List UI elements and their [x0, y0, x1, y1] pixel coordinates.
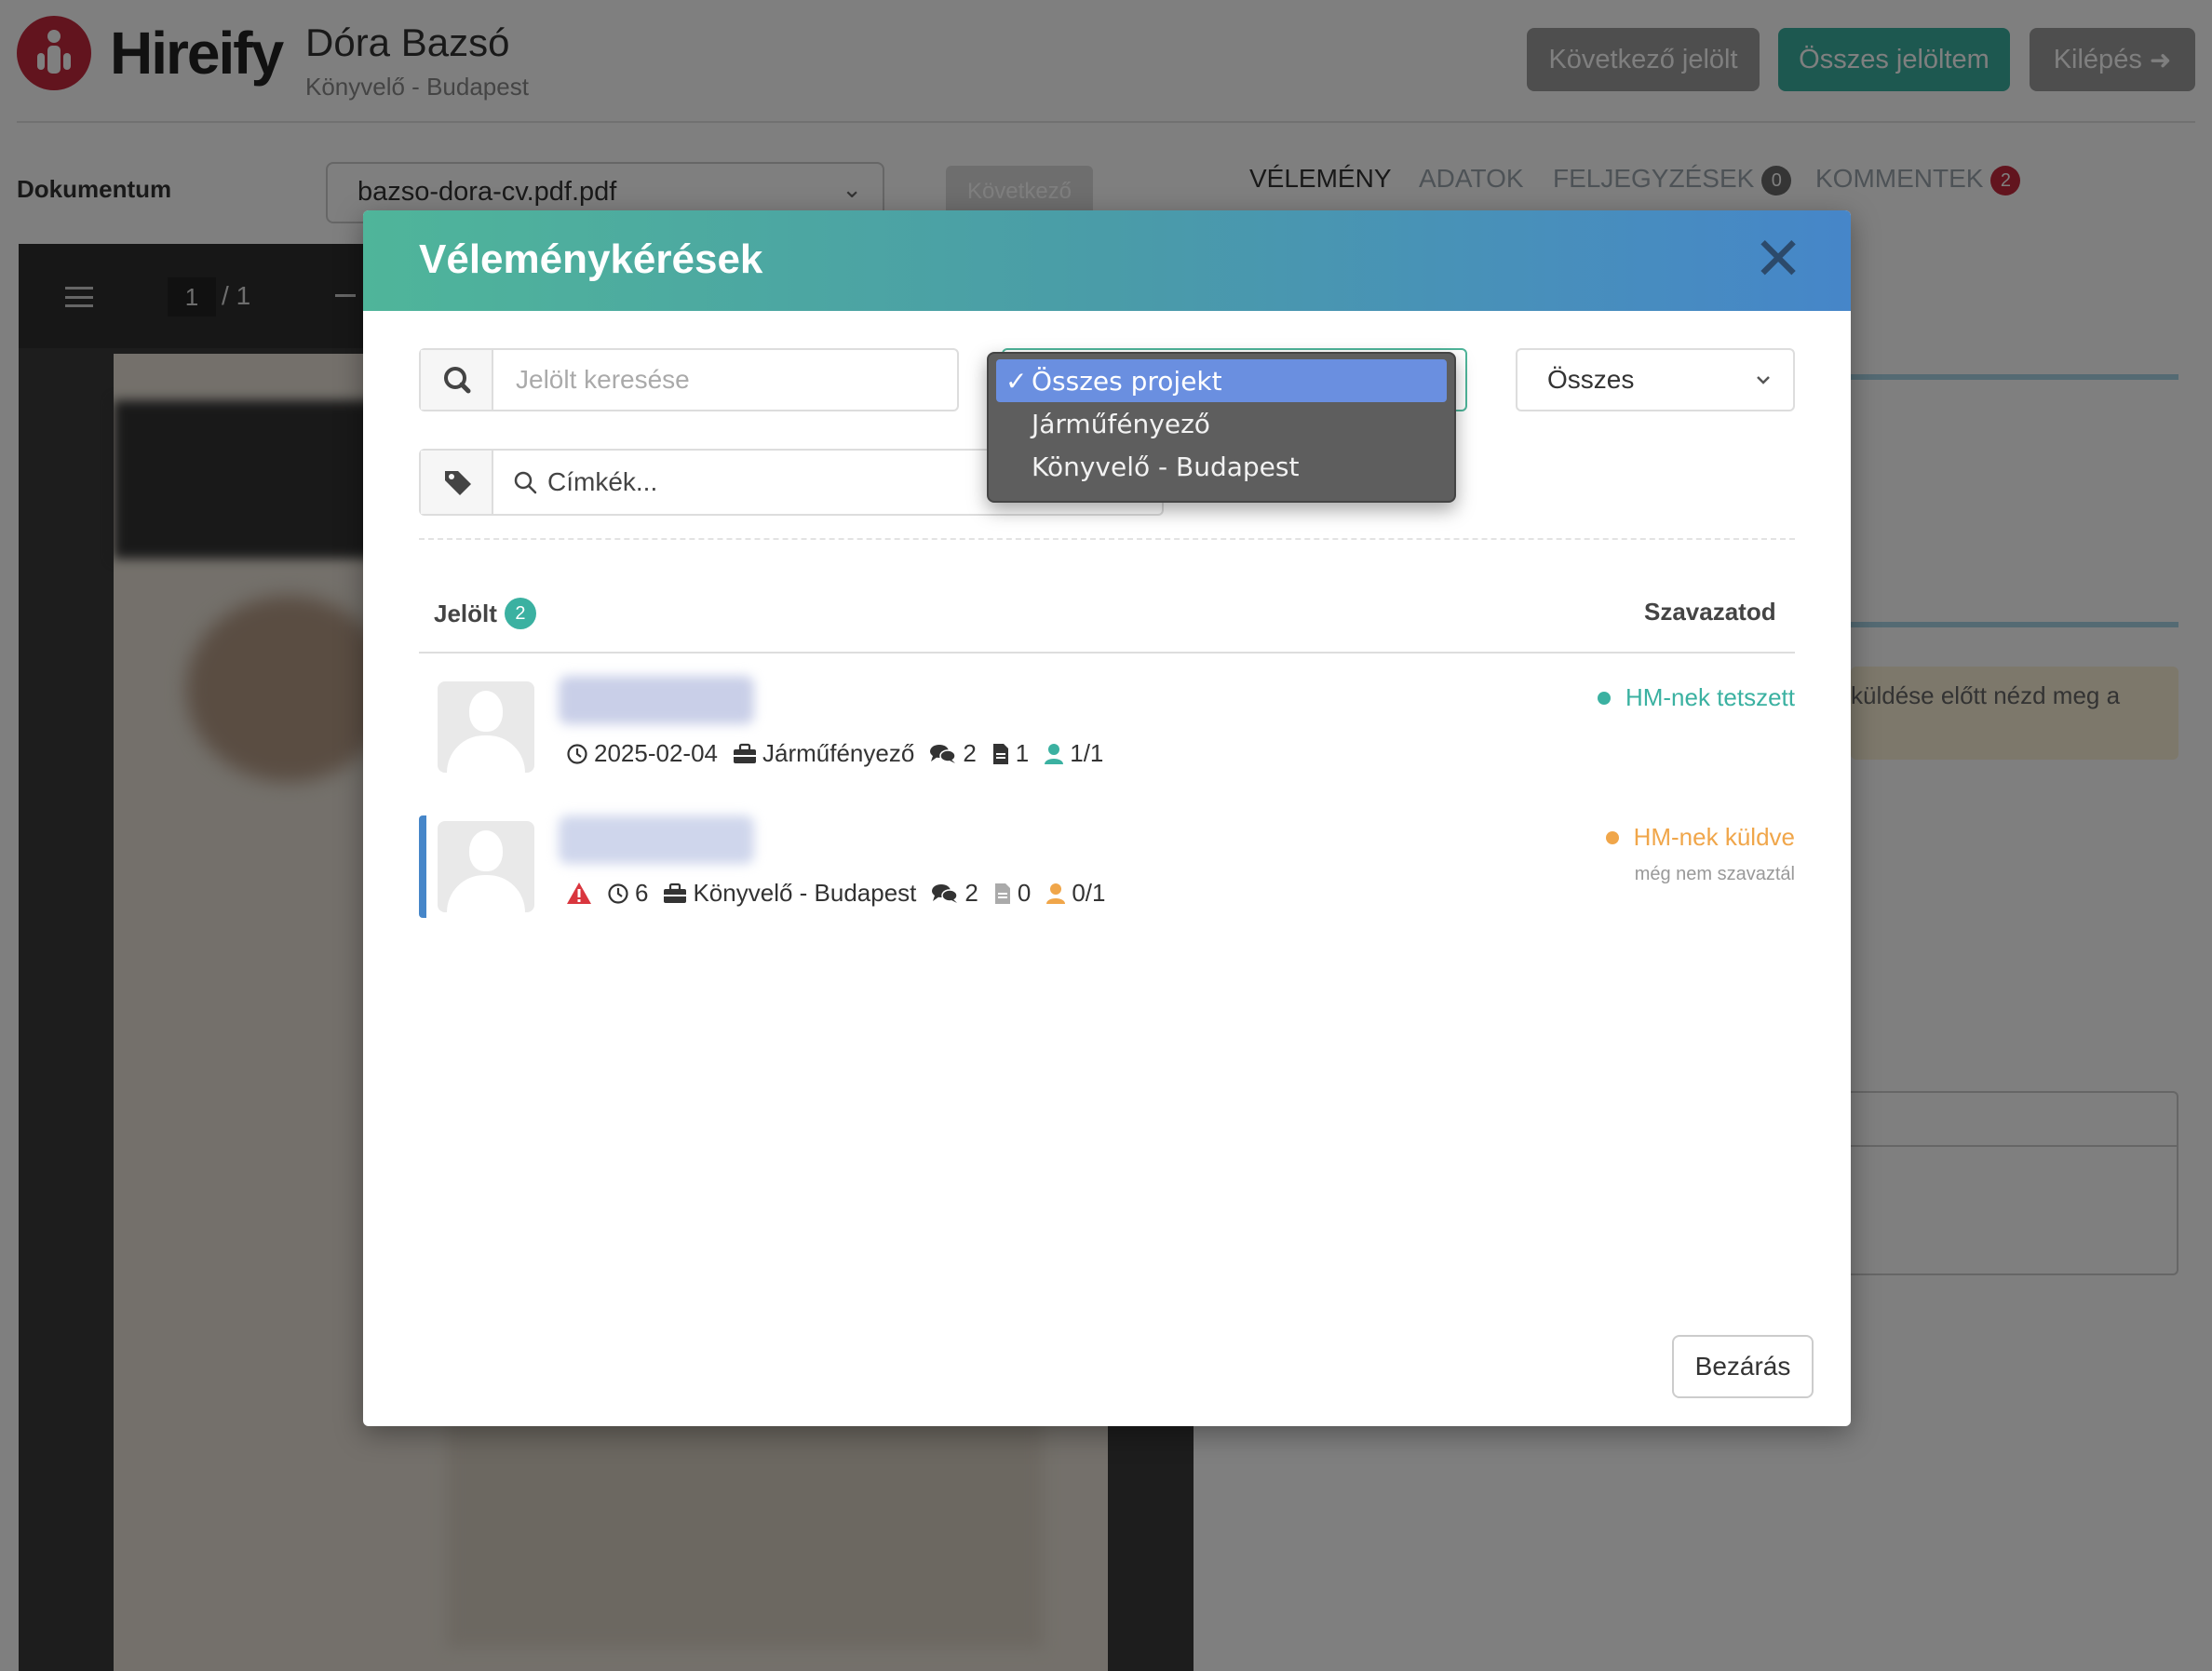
chevron-down-icon [1757, 376, 1770, 384]
vote-status: HM-nek küldve [1605, 823, 1795, 852]
close-icon[interactable]: ✕ [1748, 229, 1808, 290]
status-dot-icon [1597, 691, 1611, 705]
briefcase-icon [664, 883, 687, 903]
candidate-meta: 2025-02-04 Járműfényező 2 1 1/1 [566, 739, 1103, 768]
search-icon [514, 471, 537, 494]
avatar [438, 821, 534, 912]
candidate-count-badge: 2 [504, 598, 536, 629]
project-dropdown-menu: ✓ Összes projekt Járműfényező Könyvelő - … [987, 352, 1456, 503]
check-icon: ✓ [1005, 365, 1028, 397]
status-dot-icon [1605, 830, 1619, 844]
project-option-label: Összes projekt [1032, 365, 1222, 397]
column-header-candidate-label: Jelölt [434, 599, 497, 627]
comments-info: 2 [931, 879, 978, 908]
row-selected-indicator [419, 815, 426, 918]
project-name: Járműfényező [762, 739, 915, 767]
opinion-requests-modal: Véleménykérések ✕ Címkék... Összes [363, 210, 1851, 1426]
document-icon [994, 883, 1010, 904]
vote-status-subtext: még nem szavaztál [1634, 864, 1795, 884]
modal-title: Véleménykérések [419, 236, 763, 282]
votes-info: 0/1 [1045, 879, 1106, 908]
column-header-vote: Szavazatod [1644, 598, 1776, 626]
candidate-name-blurred [559, 815, 754, 864]
request-date: 2025-02-04 [594, 739, 718, 767]
filter-divider [419, 538, 1795, 540]
project-name: Könyvelő - Budapest [693, 879, 917, 907]
project-option-jarmufenyezo[interactable]: Járműfényező [996, 402, 1447, 445]
comments-count: 2 [963, 739, 977, 767]
candidate-search-input[interactable] [493, 350, 957, 410]
clock-icon [608, 883, 628, 904]
vote-status: HM-nek tetszett [1597, 683, 1795, 712]
briefcase-icon [734, 743, 756, 763]
days-info: 6 [607, 879, 648, 908]
date-info: 2025-02-04 [566, 739, 718, 768]
document-icon [992, 743, 1008, 764]
project-info: Járműfényező [733, 739, 914, 768]
clock-icon [567, 743, 587, 764]
column-header-candidate: Jelölt 2 [434, 598, 536, 629]
warning-info [566, 882, 592, 906]
warning-icon [567, 882, 591, 904]
documents-info: 0 [993, 879, 1031, 908]
project-option-label: Könyvelő - Budapest [1032, 451, 1300, 482]
tag-icon [445, 471, 471, 495]
comments-info: 2 [929, 739, 977, 768]
documents-count: 0 [1017, 879, 1032, 907]
vote-status-text: HM-nek tetszett [1625, 683, 1795, 711]
tags-placeholder: Címkék... [547, 467, 658, 496]
comments-icon [930, 744, 957, 763]
tag-addon [421, 451, 493, 514]
search-addon [421, 350, 493, 410]
status-select-value: Összes [1547, 365, 1635, 394]
table-header-divider [419, 652, 1795, 654]
project-option-label: Járműfényező [1032, 408, 1210, 439]
table-row[interactable]: 2025-02-04 Járműfényező 2 1 1/1 HM-nek t… [419, 676, 1795, 806]
votes-info: 1/1 [1044, 739, 1103, 768]
votes-count: 0/1 [1072, 879, 1106, 907]
status-select[interactable]: Összes [1516, 348, 1795, 411]
comments-count: 2 [964, 879, 978, 907]
comments-icon [932, 883, 959, 903]
close-button[interactable]: Bezárás [1672, 1335, 1814, 1398]
table-row[interactable]: 6 Könyvelő - Budapest 2 0 0/1 HM-nek kül… [419, 815, 1795, 946]
project-info: Könyvelő - Budapest [663, 879, 916, 908]
documents-info: 1 [991, 739, 1029, 768]
project-option-all[interactable]: ✓ Összes projekt [996, 359, 1447, 402]
days-count: 6 [635, 879, 649, 907]
project-option-konyvelo[interactable]: Könyvelő - Budapest [996, 445, 1447, 488]
candidate-search [419, 348, 959, 411]
documents-count: 1 [1015, 739, 1030, 767]
user-icon [1046, 883, 1066, 904]
candidate-name-blurred [559, 676, 754, 724]
user-icon [1045, 743, 1064, 764]
close-button-label: Bezárás [1694, 1352, 1791, 1381]
search-icon [444, 367, 471, 394]
avatar [438, 681, 534, 773]
vote-status-text: HM-nek küldve [1633, 823, 1795, 851]
votes-count: 1/1 [1070, 739, 1104, 767]
candidate-meta: 6 Könyvelő - Budapest 2 0 0/1 [566, 879, 1106, 908]
